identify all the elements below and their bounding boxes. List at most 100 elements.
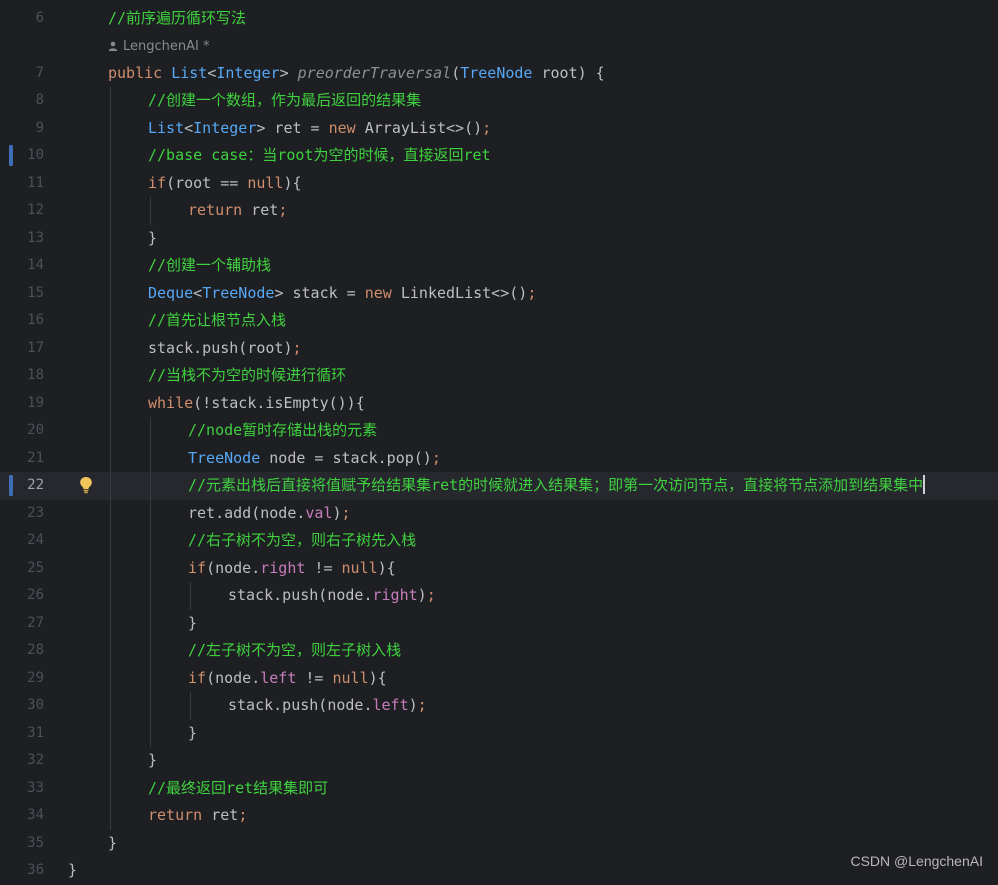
code-text[interactable]: //首先让根节点入栈 — [148, 307, 286, 335]
code-text[interactable]: //创建一个数组，作为最后返回的结果集 — [148, 87, 421, 115]
code-line[interactable]: 15 Deque<TreeNode> stack = new LinkedList… — [0, 279, 998, 308]
line-number[interactable]: 32 — [0, 747, 44, 775]
line-number[interactable]: 22 — [0, 472, 44, 500]
code-text[interactable]: //当栈不为空的时候进行循环 — [148, 362, 346, 390]
line-number[interactable]: 16 — [0, 307, 44, 335]
code-line[interactable]: 7 public List<Integer> preorderTraversal(… — [0, 60, 998, 88]
code-text[interactable]: } — [148, 747, 157, 775]
code-token: } — [68, 861, 78, 879]
code-line[interactable]: 29 if(node.left != null){ — [0, 664, 998, 693]
code-text[interactable]: if(root == null){ — [148, 170, 302, 198]
code-text[interactable]: } — [68, 857, 77, 885]
code-line[interactable]: 6 //前序遍历循环写法 — [0, 5, 998, 33]
code-line[interactable]: 32} — [0, 747, 998, 775]
code-line[interactable]: 9 List<Integer> ret = new ArrayList<>(); — [0, 114, 998, 143]
code-line[interactable]: 23 ret.add(node.val); — [0, 499, 998, 528]
line-number[interactable]: 13 — [0, 225, 44, 253]
code-text[interactable]: if(node.left != null){ — [188, 665, 387, 693]
line-number[interactable]: 35 — [0, 830, 44, 858]
line-number[interactable]: 21 — [0, 445, 44, 473]
code-line[interactable]: 21 TreeNode node = stack.pop(); — [0, 444, 998, 473]
code-line[interactable]: 12 return ret; — [0, 197, 998, 225]
line-number[interactable]: 7 — [0, 60, 44, 88]
code-text[interactable]: } — [188, 610, 197, 638]
code-line[interactable]: 24 //右子树不为空，则右子树先入栈 — [0, 527, 998, 555]
code-line[interactable]: 18 //当栈不为空的时候进行循环 — [0, 362, 998, 390]
code-line[interactable]: 19 while(!stack.isEmpty()){ — [0, 389, 998, 418]
line-number[interactable]: 10 — [0, 142, 44, 170]
code-line[interactable]: 20 //node暂时存储出栈的元素 — [0, 417, 998, 445]
line-number[interactable]: 9 — [0, 115, 44, 143]
author-label[interactable]: LengchenAI * — [108, 33, 210, 60]
code-text[interactable]: while(!stack.isEmpty()){ — [148, 390, 365, 418]
code-text[interactable]: //右子树不为空，则右子树先入栈 — [188, 527, 416, 555]
code-text[interactable]: return ret; — [188, 197, 287, 225]
code-line[interactable]: 13} — [0, 224, 998, 253]
code-text[interactable]: if(node.right != null){ — [188, 555, 396, 583]
code-text[interactable]: //元素出栈后直接将值赋予给结果集ret的时候就进入结果集；即第一次访问节点，直… — [188, 472, 926, 500]
line-number[interactable]: 25 — [0, 555, 44, 583]
line-number[interactable]: 19 — [0, 390, 44, 418]
author-hint[interactable]: LengchenAI * — [0, 33, 998, 60]
code-text[interactable]: stack.push(node.right); — [228, 582, 436, 610]
line-number[interactable]: 34 — [0, 802, 44, 830]
code-text[interactable]: //base case：当root为空的时候，直接返回ret — [148, 142, 491, 170]
lightbulb-icon[interactable] — [79, 476, 93, 494]
code-line[interactable]: 33 //最终返回ret结果集即可 — [0, 774, 998, 803]
code-text[interactable]: stack.push(root); — [148, 335, 302, 363]
line-number[interactable]: 28 — [0, 637, 44, 665]
code-text[interactable]: } — [188, 720, 197, 748]
code-text[interactable]: ret.add(node.val); — [188, 500, 351, 528]
line-number[interactable]: 12 — [0, 197, 44, 225]
line-number[interactable]: 17 — [0, 335, 44, 363]
code-line[interactable]: 14 //创建一个辅助栈 — [0, 252, 998, 280]
line-number[interactable]: 6 — [0, 5, 44, 33]
line-number[interactable]: 30 — [0, 692, 44, 720]
code-line[interactable]: 36} — [0, 857, 998, 885]
line-number[interactable]: 36 — [0, 857, 44, 885]
code-line[interactable]: 17 stack.push(root); — [0, 334, 998, 363]
indent-guide — [110, 609, 111, 637]
code-line[interactable]: 28 //左子树不为空，则左子树入栈 — [0, 637, 998, 665]
indent-guide — [110, 334, 111, 362]
line-number[interactable]: 27 — [0, 610, 44, 638]
code-text[interactable]: stack.push(node.left); — [228, 692, 427, 720]
code-line[interactable]: 27} — [0, 609, 998, 638]
code-line[interactable]: 16 //首先让根节点入栈 — [0, 307, 998, 335]
line-number[interactable]: 11 — [0, 170, 44, 198]
code-text[interactable]: } — [148, 225, 157, 253]
line-number[interactable]: 8 — [0, 87, 44, 115]
code-text[interactable]: //左子树不为空，则左子树入栈 — [188, 637, 401, 665]
line-number[interactable]: 20 — [0, 417, 44, 445]
code-text[interactable]: //node暂时存储出栈的元素 — [188, 417, 377, 445]
line-number[interactable]: 26 — [0, 582, 44, 610]
code-line[interactable]: 11 if(root == null){ — [0, 169, 998, 198]
code-text[interactable]: //创建一个辅助栈 — [148, 252, 271, 280]
line-number[interactable]: 15 — [0, 280, 44, 308]
code-line[interactable]: 8 //创建一个数组，作为最后返回的结果集 — [0, 87, 998, 115]
code-text[interactable]: List<Integer> ret = new ArrayList<>(); — [148, 115, 491, 143]
code-text[interactable]: //最终返回ret结果集即可 — [148, 775, 328, 803]
line-number[interactable]: 31 — [0, 720, 44, 748]
line-number[interactable]: 29 — [0, 665, 44, 693]
code-line[interactable]: 25 if(node.right != null){ — [0, 554, 998, 583]
code-line[interactable]: 35} — [0, 830, 998, 858]
code-text[interactable]: } — [108, 830, 117, 858]
code-text[interactable]: //前序遍历循环写法 — [108, 5, 246, 33]
line-number[interactable]: 18 — [0, 362, 44, 390]
code-editor[interactable]: 6 //前序遍历循环写法 LengchenAI * 7 public List<Inte… — [0, 5, 998, 885]
code-line[interactable]: 22 //元素出栈后直接将值赋予给结果集ret的时候就进入结果集；即第一次访问节点… — [0, 472, 998, 500]
line-number[interactable]: 14 — [0, 252, 44, 280]
code-line[interactable]: 30 stack.push(node.left); — [0, 692, 998, 720]
code-text[interactable]: return ret; — [148, 802, 247, 830]
code-text[interactable]: public List<Integer> preorderTraversal(T… — [108, 60, 605, 88]
code-line[interactable]: 26 stack.push(node.right); — [0, 582, 998, 610]
code-line[interactable]: 34 return ret; — [0, 802, 998, 830]
line-number[interactable]: 33 — [0, 775, 44, 803]
line-number[interactable]: 24 — [0, 527, 44, 555]
code-line[interactable]: 31} — [0, 719, 998, 748]
line-number[interactable]: 23 — [0, 500, 44, 528]
code-text[interactable]: TreeNode node = stack.pop(); — [188, 445, 441, 473]
code-text[interactable]: Deque<TreeNode> stack = new LinkedList<>… — [148, 280, 536, 308]
code-line[interactable]: 10 //base case：当root为空的时候，直接返回ret — [0, 142, 998, 170]
